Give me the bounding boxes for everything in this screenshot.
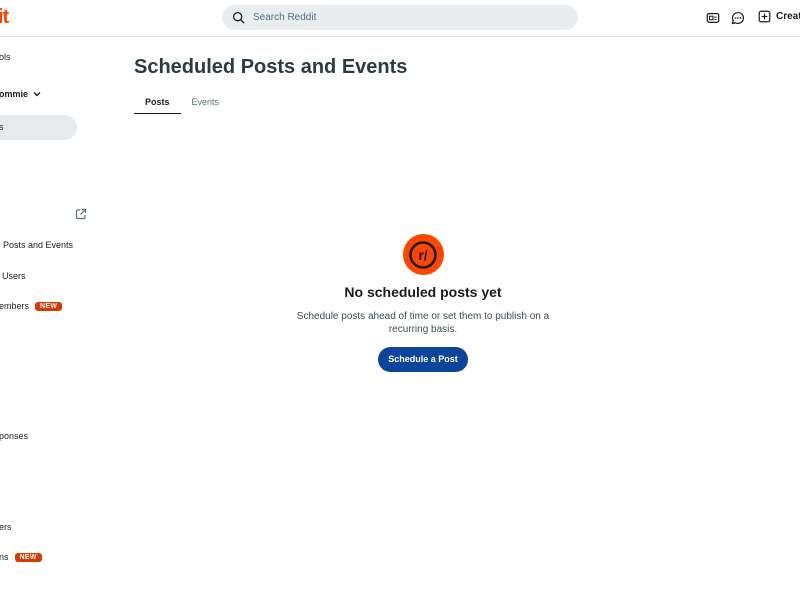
sidebar-item-responses[interactable]: ponses [0, 431, 28, 441]
chevron-down-icon [33, 92, 41, 97]
sidebar-item-users[interactable]: Users [2, 271, 26, 281]
schedule-post-button[interactable]: Schedule a Post [378, 347, 468, 372]
advertise-icon[interactable] [705, 10, 721, 26]
sidebar-item-tools[interactable]: ols [0, 52, 11, 62]
search-icon [232, 11, 245, 24]
tab-events[interactable]: Events [181, 95, 231, 114]
empty-state-title: No scheduled posts yet [344, 284, 502, 300]
search-bar[interactable] [222, 5, 578, 30]
search-input[interactable] [251, 11, 555, 24]
sidebar-item-scheduled-posts[interactable]: Posts and Events [3, 240, 73, 250]
chat-icon[interactable] [730, 10, 746, 26]
new-badge: NEW [35, 302, 63, 311]
sidebar-item-new-feature[interactable]: ns NEW [0, 552, 42, 562]
tab-bar: Posts Events [134, 95, 230, 115]
sidebar-item-active[interactable]: s [0, 122, 4, 132]
reddit-logo[interactable]: it [0, 6, 9, 29]
page-title: Scheduled Posts and Events [134, 56, 408, 78]
create-label: Creat [776, 11, 800, 22]
sidebar-item-members[interactable]: embers NEW [0, 301, 63, 311]
tab-posts[interactable]: Posts [134, 95, 181, 114]
reddit-r-slash-icon: r/ [402, 234, 444, 275]
community-selector[interactable]: ommie [0, 89, 42, 99]
external-link-icon[interactable] [75, 208, 87, 220]
plus-icon [758, 10, 771, 23]
sidebar-item-new-feature-label: ns [0, 552, 9, 562]
reddit-r-slash-glyph: r/ [418, 247, 427, 263]
empty-state: r/ No scheduled posts yet Schedule posts… [283, 234, 563, 372]
new-badge: NEW [14, 553, 42, 562]
sidebar-item-filters[interactable]: ers [0, 522, 12, 532]
sidebar-active-highlight [0, 115, 77, 140]
sidebar: ols ommie s Posts and Events Users ember… [0, 37, 100, 600]
community-name: ommie [0, 89, 29, 99]
empty-state-description: Schedule posts ahead of time or set them… [296, 311, 550, 335]
top-header: it Creat [0, 0, 800, 37]
sidebar-item-members-label: embers [0, 301, 30, 311]
create-button[interactable]: Creat [758, 10, 800, 23]
